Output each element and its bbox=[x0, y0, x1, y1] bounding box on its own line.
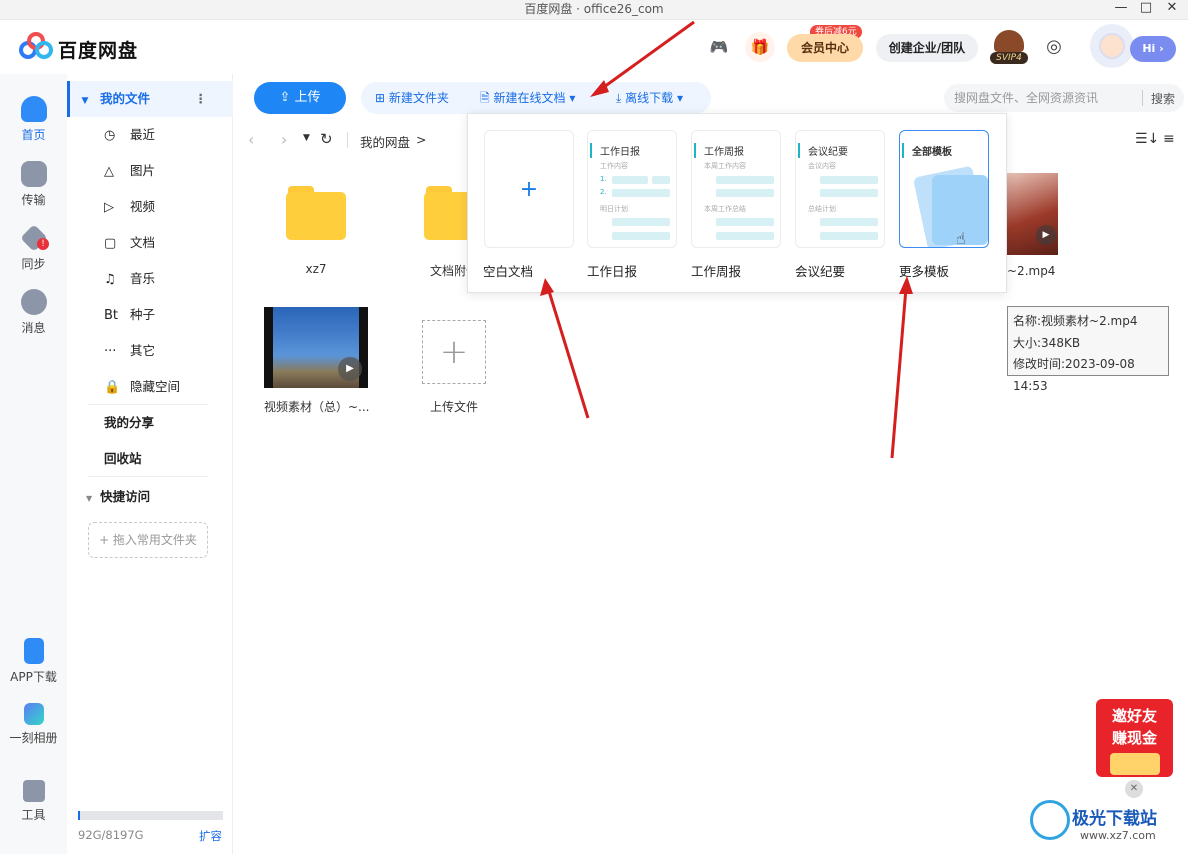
arrowhead bbox=[590, 80, 609, 97]
arrow-to-new-doc bbox=[596, 20, 695, 94]
annotation-arrows bbox=[540, 20, 913, 459]
arrowhead bbox=[899, 276, 913, 294]
arrowhead bbox=[540, 278, 554, 296]
arrow-to-more-templates bbox=[890, 287, 908, 459]
arrow-to-blank-doc bbox=[546, 287, 590, 419]
